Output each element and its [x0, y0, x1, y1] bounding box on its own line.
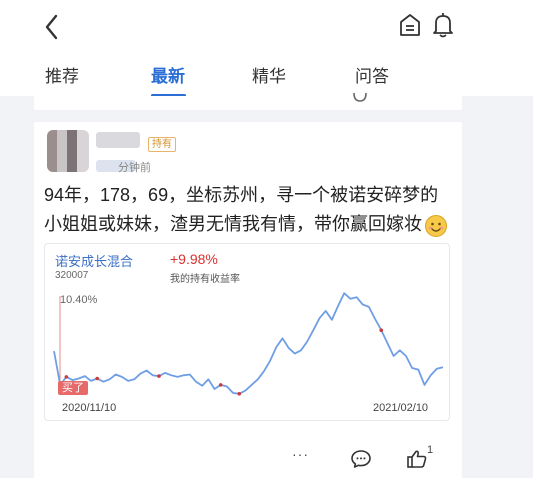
chart-start-date: 2020/11/10: [62, 402, 117, 414]
comment-icon: [351, 450, 371, 468]
like-button[interactable]: [406, 449, 428, 469]
peak-label: 10.40%: [60, 294, 98, 306]
more-button[interactable]: ···: [292, 446, 309, 462]
comment-button[interactable]: [350, 449, 372, 469]
trade-marker: [95, 376, 100, 381]
trade-marker: [218, 383, 223, 387]
buy-label: 买了: [62, 382, 84, 394]
trade-marker: [379, 328, 384, 333]
fund-return-line: [53, 292, 444, 395]
trade-marker: [157, 374, 161, 378]
trade-marker: [64, 375, 69, 379]
like-count: 1: [427, 444, 434, 456]
thumbs-up-icon: [407, 450, 427, 468]
chart-end-date: 2021/02/10: [373, 402, 429, 414]
trade-marker: [237, 391, 242, 396]
